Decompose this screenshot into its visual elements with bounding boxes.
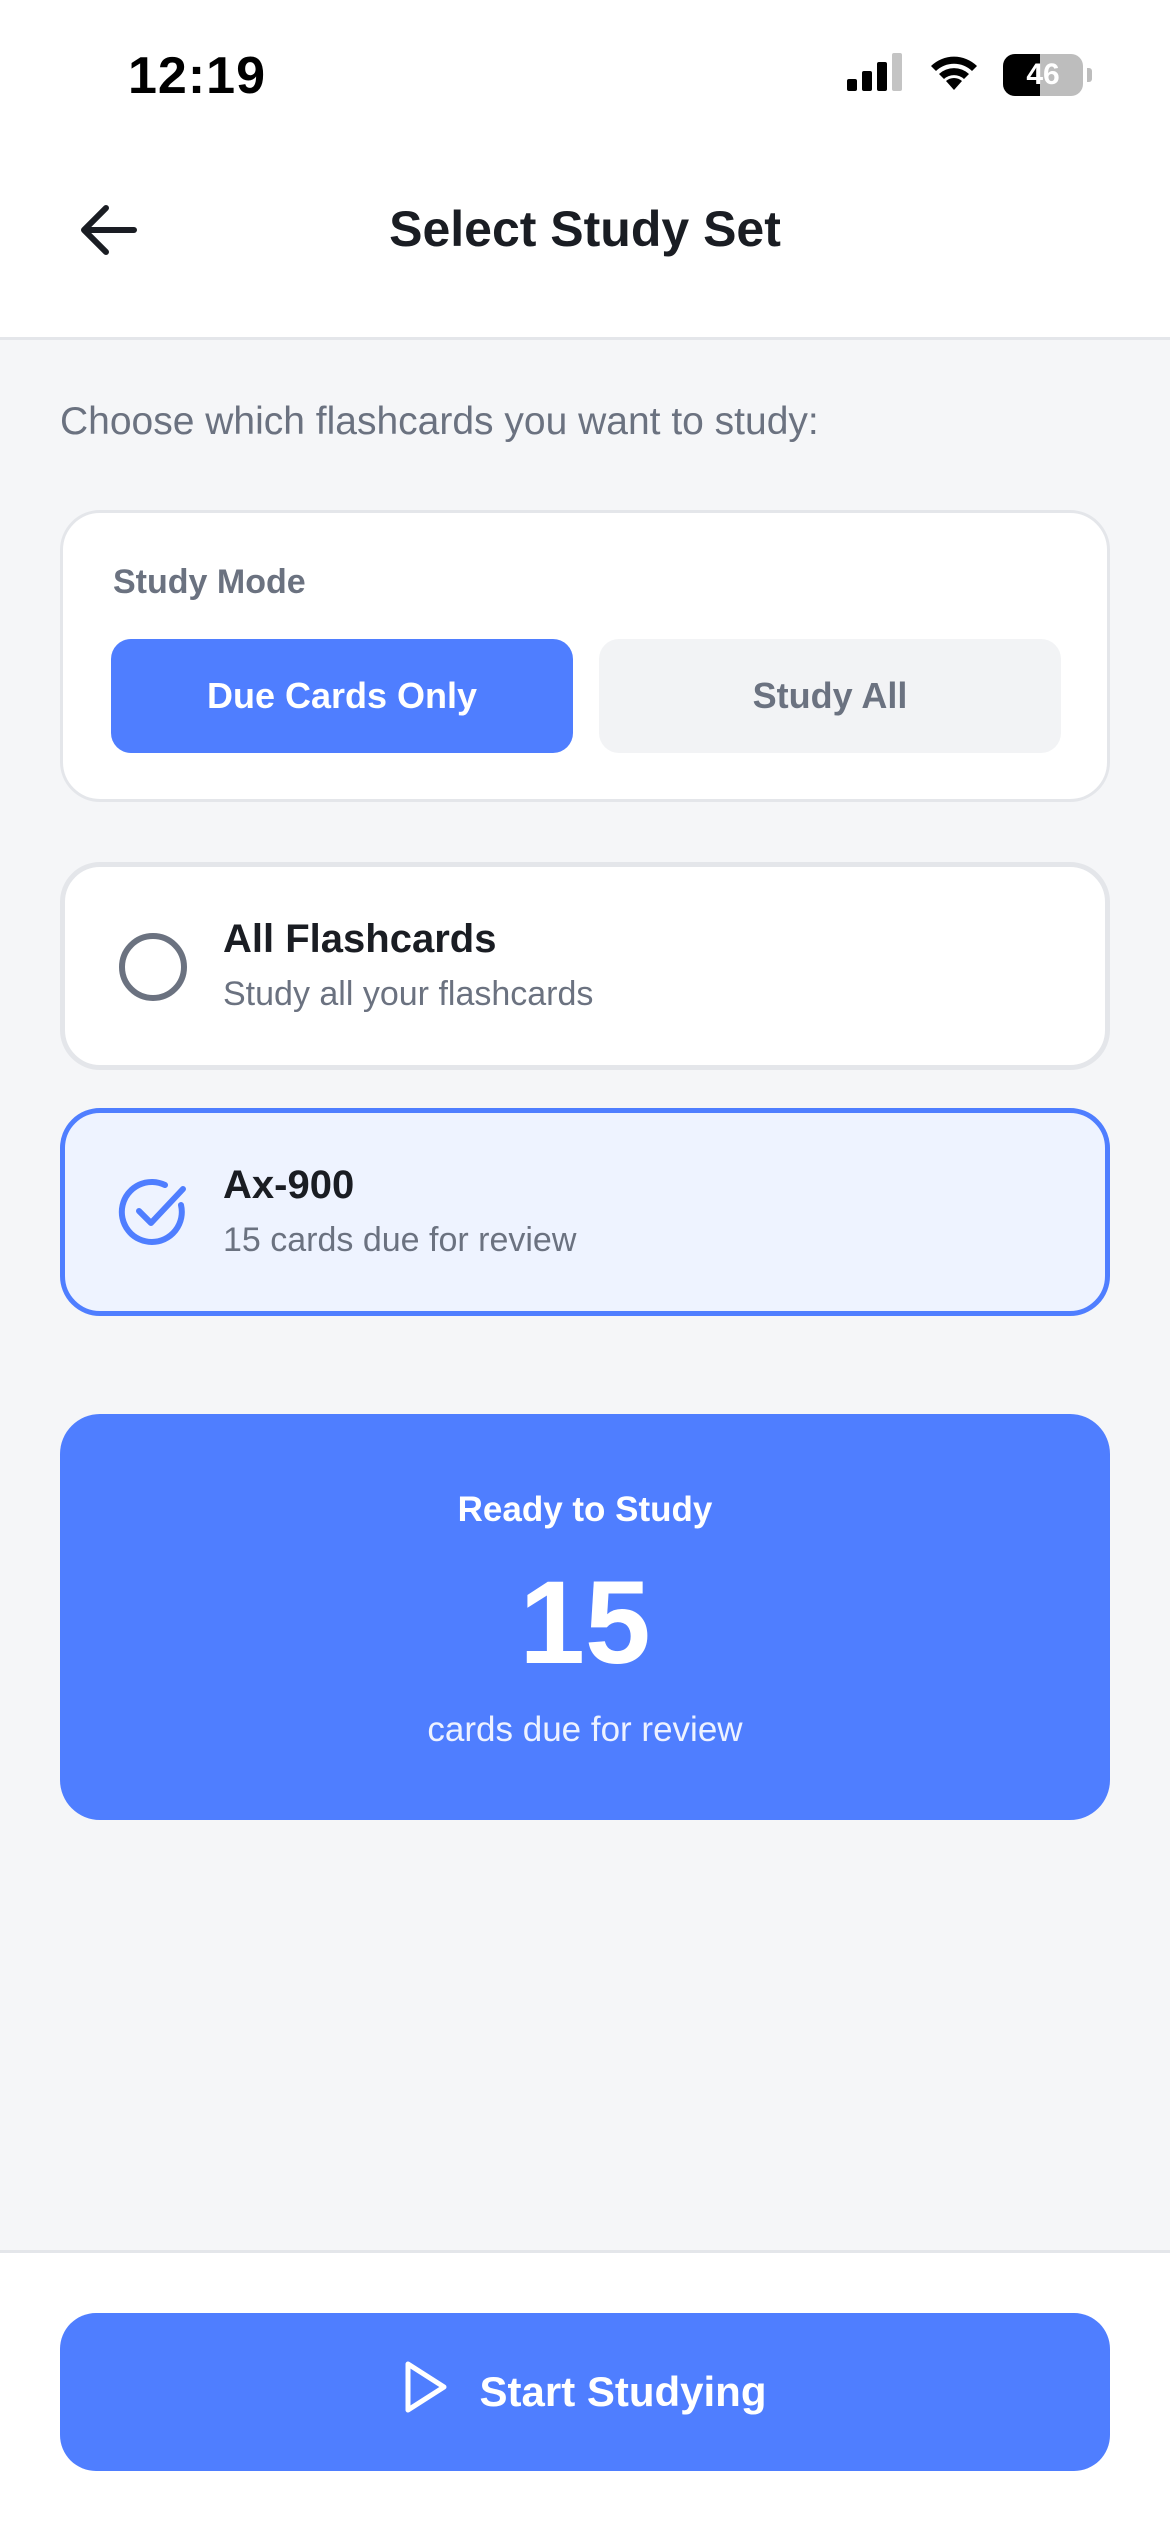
due-count: 15 (519, 1557, 651, 1689)
set-subtitle: Study all your flashcards (223, 975, 594, 1013)
battery-level: 46 (1026, 57, 1060, 91)
status-icons: 46 (847, 52, 1092, 97)
footer-bar: Start Studying (0, 2250, 1170, 2532)
set-option-all-flashcards[interactable]: All Flashcards Study all your flashcards (60, 862, 1110, 1070)
battery-cap (1087, 67, 1092, 82)
start-studying-button[interactable]: Start Studying (60, 2313, 1110, 2471)
set-subtitle: 15 cards due for review (223, 1221, 577, 1259)
start-studying-label: Start Studying (479, 2368, 767, 2415)
set-title: Ax-900 (223, 1163, 355, 1207)
status-bar: 12:19 46 (0, 0, 1170, 150)
cellular-signal-icon (847, 53, 905, 96)
due-cards-only-button[interactable]: Due Cards Only (111, 639, 573, 753)
study-all-button[interactable]: Study All (599, 639, 1061, 753)
study-mode-card: Study Mode Due Cards Only Study All (60, 510, 1110, 802)
status-time: 12:19 (128, 47, 266, 105)
instruction-text: Choose which flashcards you want to stud… (60, 400, 819, 443)
battery-icon: 46 (1003, 53, 1083, 96)
set-option-ax-900[interactable]: Ax-900 15 cards due for review (60, 1108, 1110, 1316)
ready-title: Ready to Study (457, 1490, 713, 1529)
study-mode-label: Study Mode (113, 563, 306, 601)
nav-header: Select Study Set (0, 150, 1170, 340)
check-circle-icon (115, 1175, 191, 1251)
page-title: Select Study Set (389, 201, 781, 257)
play-icon (403, 2360, 449, 2424)
ready-subtitle: cards due for review (427, 1710, 743, 1749)
wifi-icon (927, 52, 981, 97)
set-title: All Flashcards (223, 917, 497, 961)
radio-empty-icon (115, 929, 191, 1005)
ready-summary-card: Ready to Study 15 cards due for review (60, 1414, 1110, 1820)
